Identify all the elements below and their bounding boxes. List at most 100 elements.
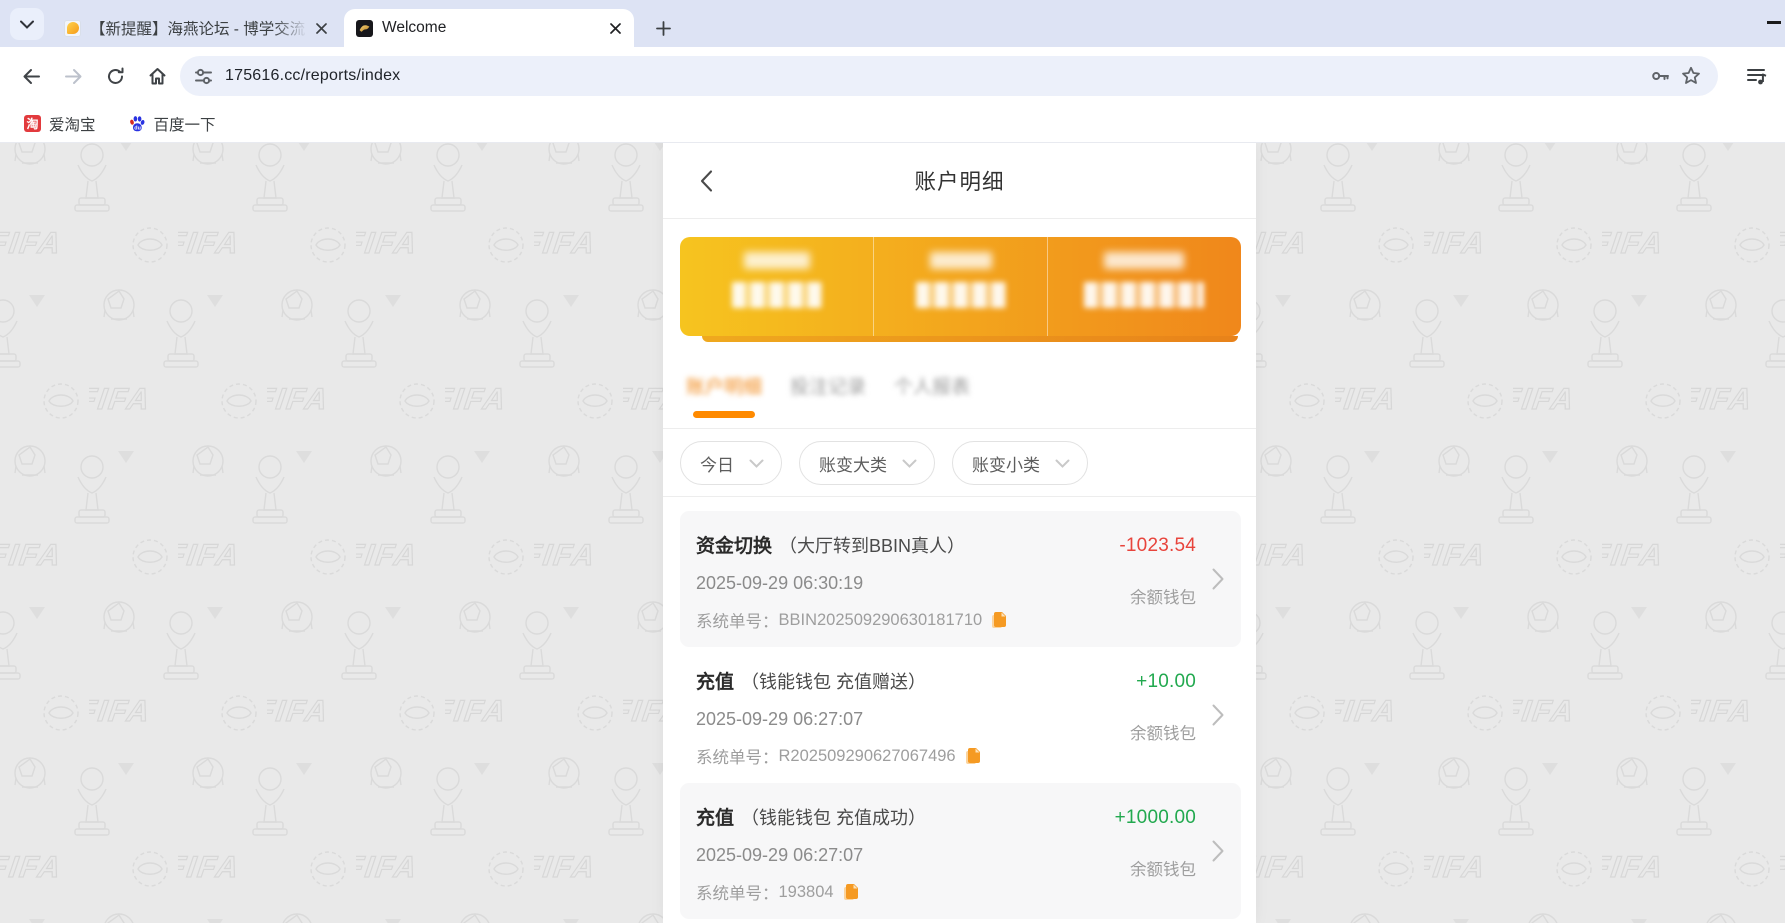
- order-number-label: 系统单号：: [696, 744, 779, 768]
- tab-title: Welcome: [382, 19, 600, 37]
- chevron-down-icon: [902, 459, 917, 468]
- key-icon: [1651, 66, 1671, 86]
- bookmark-aitaobao[interactable]: 淘 爱淘宝: [16, 109, 104, 139]
- back-button-panel[interactable]: [689, 164, 723, 198]
- new-tab-button[interactable]: [648, 13, 678, 43]
- transaction-amount: -1023.54: [1119, 535, 1196, 557]
- svg-text:FIFA: FIFA: [178, 851, 242, 884]
- forum-favicon-icon: [64, 20, 81, 37]
- password-manager-button[interactable]: [1646, 61, 1676, 91]
- welcome-favicon-icon: [356, 20, 373, 37]
- transaction-amount: +10.00: [1130, 671, 1196, 693]
- order-number: BBIN202509290630181710: [779, 611, 983, 630]
- blurred-stat-value: [1084, 282, 1204, 308]
- bookmark-baidu[interactable]: du 百度一下: [120, 109, 224, 139]
- close-tab-icon[interactable]: [312, 19, 330, 37]
- copy-icon[interactable]: [991, 611, 1007, 629]
- forward-button[interactable]: [56, 59, 90, 93]
- transaction-time: 2025-09-29 06:27:07: [696, 709, 1171, 730]
- home-button[interactable]: [140, 59, 174, 93]
- svg-text:FIFA: FIFA: [1780, 539, 1785, 572]
- wallet-name: 余额钱包: [1119, 584, 1196, 608]
- order-number: 193804: [779, 883, 834, 902]
- browser-tab-welcome[interactable]: Welcome: [344, 9, 634, 47]
- summary-card-wrap: [663, 219, 1256, 342]
- chevron-right-icon: [1212, 568, 1224, 590]
- transaction-row[interactable]: 充值 （钱能钱包 充值赠送） 2025-09-29 06:27:07 系统单号：…: [680, 647, 1241, 783]
- order-number-label: 系统单号：: [696, 608, 779, 632]
- transaction-time: 2025-09-29 06:30:19: [696, 573, 1171, 594]
- browser-toolbar: 175616.cc/reports/index: [0, 47, 1785, 105]
- transaction-detail: （钱能钱包 充值成功）: [741, 804, 926, 830]
- reload-button[interactable]: [98, 59, 132, 93]
- svg-text:FIFA: FIFA: [1335, 695, 1399, 728]
- svg-text:FIFA: FIFA: [1335, 383, 1399, 416]
- copy-icon[interactable]: [843, 883, 859, 901]
- url-text: 175616.cc/reports/index: [225, 67, 1646, 85]
- svg-text:FIFA: FIFA: [1424, 227, 1488, 260]
- taobao-icon: 淘: [24, 115, 41, 132]
- svg-text:FIFA: FIFA: [89, 695, 153, 728]
- page-title: 账户明细: [914, 165, 1004, 196]
- playlist-music-icon: [1746, 66, 1768, 86]
- active-tab-underline: [693, 411, 755, 418]
- svg-text:FIFA: FIFA: [356, 539, 420, 572]
- svg-text:FIFA: FIFA: [178, 227, 242, 260]
- svg-text:FIFA: FIFA: [1780, 227, 1785, 260]
- svg-text:FIFA: FIFA: [267, 695, 331, 728]
- svg-text:FIFA: FIFA: [1602, 851, 1666, 884]
- chevron-down-icon: [20, 20, 34, 29]
- chevron-right-icon: [1212, 840, 1224, 862]
- svg-text:FIFA: FIFA: [445, 695, 509, 728]
- svg-text:FIFA: FIFA: [1602, 539, 1666, 572]
- svg-text:FIFA: FIFA: [1691, 695, 1755, 728]
- plus-icon: [656, 21, 671, 36]
- copy-icon[interactable]: [965, 747, 981, 765]
- panel-header: 账户明细: [663, 143, 1256, 219]
- tab-account-detail[interactable]: 账户明细: [686, 372, 762, 428]
- wallet-name: 余额钱包: [1130, 720, 1196, 744]
- baidu-paw-icon: du: [128, 115, 146, 133]
- bookmark-label: 爱淘宝: [49, 113, 96, 135]
- svg-text:FIFA: FIFA: [1780, 851, 1785, 884]
- media-controls-button[interactable]: [1741, 60, 1773, 92]
- svg-text:FIFA: FIFA: [178, 539, 242, 572]
- tab-personal-report[interactable]: 个人报表: [894, 372, 970, 428]
- site-settings-icon: [194, 67, 213, 86]
- bookmark-star-button[interactable]: [1676, 61, 1706, 91]
- svg-text:FIFA: FIFA: [267, 383, 331, 416]
- close-tab-icon[interactable]: [606, 19, 624, 37]
- address-bar[interactable]: 175616.cc/reports/index: [180, 56, 1718, 96]
- star-icon: [1681, 66, 1701, 86]
- filter-major-category-dropdown[interactable]: 账变大类: [799, 441, 935, 485]
- transaction-type: 充值: [696, 667, 734, 694]
- svg-text:FIFA: FIFA: [445, 383, 509, 416]
- svg-text:FIFA: FIFA: [89, 383, 153, 416]
- balance-summary-card[interactable]: [680, 237, 1241, 336]
- back-button[interactable]: [14, 59, 48, 93]
- blurred-stat-value: [916, 282, 1006, 308]
- transaction-type: 资金切换: [696, 531, 772, 558]
- transaction-row[interactable]: 资金切换 （大厅转到BBIN真人） 2025-09-29 06:30:19 系统…: [680, 511, 1241, 647]
- browser-tab-forum[interactable]: 【新提醒】海燕论坛 - 博学交流: [52, 9, 340, 47]
- blurred-stat-label: [1104, 252, 1184, 269]
- svg-text:FIFA: FIFA: [1602, 227, 1666, 260]
- blurred-stat-label: [930, 252, 992, 269]
- filter-row: 今日 账变大类 账变小类: [663, 429, 1256, 497]
- chevron-down-icon: [1055, 459, 1070, 468]
- transaction-row[interactable]: 充值 （钱能钱包 充值成功） 2025-09-29 06:27:07 系统单号：…: [680, 783, 1241, 919]
- svg-text:FIFA: FIFA: [0, 227, 64, 260]
- browser-window: 【新提醒】海燕论坛 - 博学交流 Welcome: [0, 0, 1785, 923]
- tab-search-button[interactable]: [10, 8, 44, 40]
- report-tabs: 账户明细 投注记录 个人报表: [663, 342, 1256, 429]
- filter-date-dropdown[interactable]: 今日: [680, 441, 782, 485]
- svg-text:FIFA: FIFA: [1424, 851, 1488, 884]
- tab-bet-records[interactable]: 投注记录: [790, 372, 866, 428]
- minimize-button[interactable]: [1767, 21, 1781, 24]
- tab-strip: 【新提醒】海燕论坛 - 博学交流 Welcome: [0, 0, 1785, 47]
- order-number-label: 系统单号：: [696, 880, 779, 904]
- svg-text:FIFA: FIFA: [0, 539, 64, 572]
- svg-text:FIFA: FIFA: [356, 851, 420, 884]
- wallet-name: 余额钱包: [1115, 856, 1196, 880]
- filter-minor-category-dropdown[interactable]: 账变小类: [952, 441, 1088, 485]
